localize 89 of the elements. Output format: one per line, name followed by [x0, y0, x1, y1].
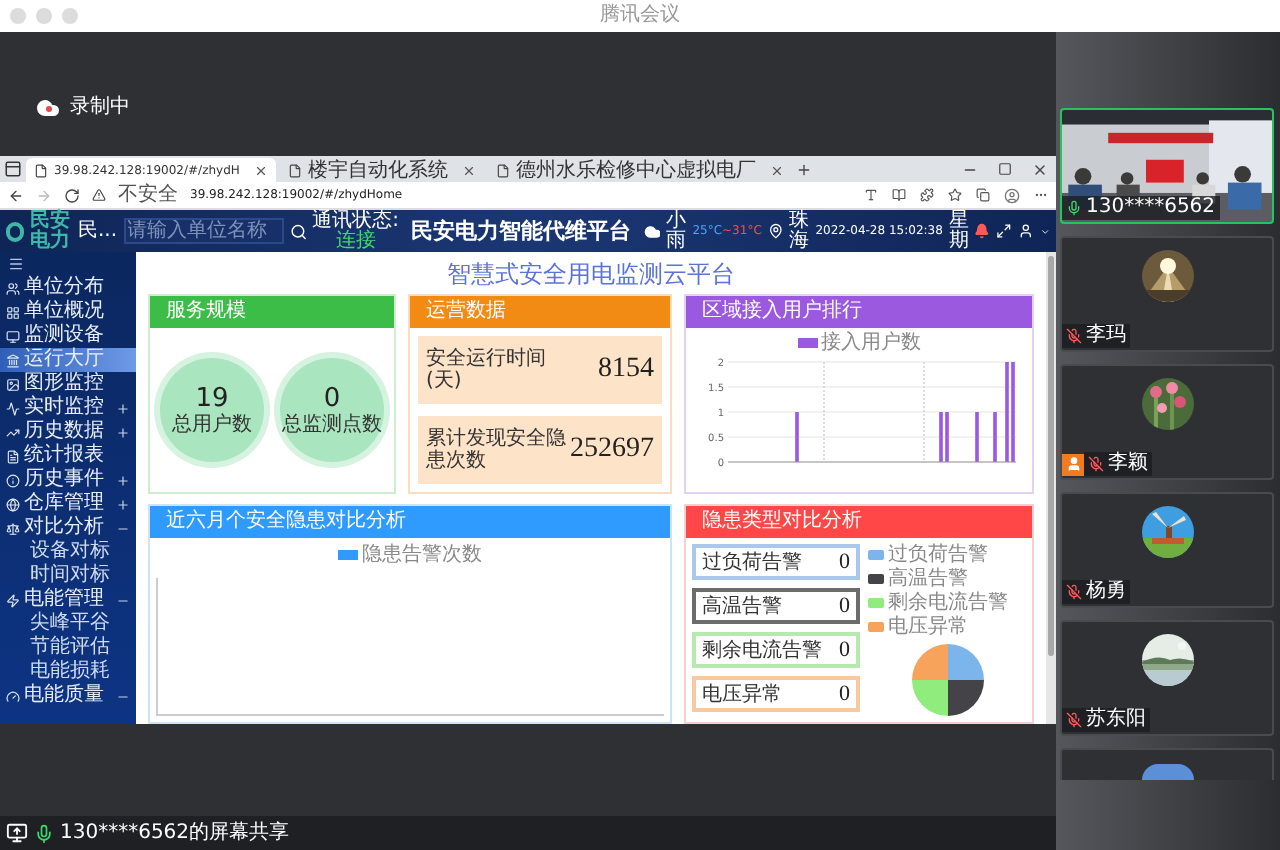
sidebar-label: 历史事件: [24, 468, 104, 491]
alert-value: 0: [839, 682, 850, 706]
security-label[interactable]: 不安全: [118, 183, 178, 207]
legend-label: 高温告警: [888, 568, 968, 590]
sidebar-subitem[interactable]: 尖峰平谷: [0, 612, 136, 636]
weekday: 星期: [948, 211, 969, 251]
sidebar-subitem[interactable]: 设备对标: [0, 540, 136, 564]
sidebar-label: 仓库管理: [24, 492, 104, 515]
sidebar-item[interactable]: 电能质量: [0, 684, 136, 708]
sidebar-subitem[interactable]: 电能损耗: [0, 660, 136, 684]
sidebar-item[interactable]: 对比分析: [0, 516, 136, 540]
sidebar-label: 电能质量: [24, 684, 104, 708]
screen-share-label: 130****6562的屏幕共享: [60, 821, 290, 845]
legend-label: 电压异常: [888, 616, 968, 638]
stat-value: 0: [323, 384, 341, 414]
sidebar-item[interactable]: 监测设备: [0, 324, 136, 348]
sidebar-item[interactable]: 单位概况: [0, 300, 136, 324]
participant-name: 130****6562: [1086, 196, 1216, 220]
sidebar-item[interactable]: 仓库管理: [0, 492, 136, 516]
panel-title: 服务规模: [166, 300, 246, 324]
alert-label: 过负荷告警: [702, 551, 802, 573]
panel-title: 隐患类型对比分析: [702, 510, 862, 534]
sidebar-subitem[interactable]: 时间对标: [0, 564, 136, 588]
alert-value: 0: [839, 550, 850, 574]
tab-title: 德州水乐检修中心虚拟电厂: [515, 159, 756, 181]
sidebar-label: 节能评估: [30, 636, 110, 659]
sidebar-label: 单位分布: [24, 276, 104, 299]
sidebar-item[interactable]: 统计报表: [0, 444, 136, 468]
stat-value: 19: [195, 384, 229, 414]
sidebar-label: 尖峰平谷: [30, 612, 110, 635]
panel-title: 区域接入用户排行: [702, 300, 862, 324]
panel-title: 运营数据: [426, 300, 506, 324]
window-title: 腾讯会议: [600, 4, 680, 28]
logo-text: 民安电力: [30, 211, 72, 251]
participant-name: 杨勇: [1086, 580, 1126, 604]
legend-label: 隐患告警次数: [362, 544, 482, 566]
recording-label: 录制中: [70, 96, 130, 120]
alert-value: 0: [839, 594, 850, 618]
sidebar-label: 电能管理: [24, 588, 104, 611]
sidebar-item[interactable]: 运行大厅: [0, 348, 136, 372]
sidebar-label: 图形监控: [24, 372, 104, 395]
legend-label: 过负荷告警: [888, 544, 988, 566]
participant-name: 李颖: [1108, 452, 1148, 476]
status-label: 通讯状态:: [312, 211, 400, 231]
metric-label: 累计发现安全隐患次数: [426, 428, 566, 472]
panel-title: 近六月个安全隐患对比分析: [166, 510, 406, 534]
sidebar-label: 统计报表: [24, 444, 104, 467]
participant-name: 李玛: [1086, 324, 1126, 348]
participant-tile[interactable]: 杨勇: [1060, 492, 1274, 608]
legend-label: 剩余电流告警: [888, 592, 1008, 614]
sidebar-subitem[interactable]: 节能评估: [0, 636, 136, 660]
unit-selector[interactable]: 民...: [77, 219, 118, 243]
search-field[interactable]: 请输入单位名称: [123, 218, 284, 244]
tab-title: 楼宇自动化系统: [307, 159, 448, 181]
participant-tile[interactable]: 130****6562: [1060, 108, 1274, 224]
sidebar-label: 电能损耗: [30, 660, 110, 683]
weather-label: 小雨: [666, 211, 687, 251]
alert-label: 剩余电流告警: [702, 639, 822, 661]
participant-name: 苏东阳: [1086, 708, 1146, 732]
sidebar-item[interactable]: 历史数据: [0, 420, 136, 444]
sidebar-label: 单位概况: [24, 300, 104, 323]
sidebar-item[interactable]: 电能管理: [0, 588, 136, 612]
sidebar-item[interactable]: 实时监控: [0, 396, 136, 420]
metric-value: 8154: [598, 354, 654, 386]
metric-value: 252697: [570, 434, 654, 466]
location-label: 珠海: [789, 211, 810, 251]
stat-label: 总用户数: [172, 414, 252, 436]
stat-label: 总监测点数: [282, 414, 382, 436]
sidebar-label: 实时监控: [24, 396, 104, 419]
metric-label: 安全运行时间(天): [426, 348, 548, 392]
sidebar-label: 监测设备: [24, 324, 104, 347]
sidebar-label: 运行大厅: [24, 348, 104, 372]
sidebar-label: 历史数据: [24, 420, 104, 443]
sidebar-item[interactable]: 单位分布: [0, 276, 136, 300]
sidebar-item[interactable]: 历史事件: [0, 468, 136, 492]
page-title: 智慧式安全用电监测云平台: [447, 259, 735, 287]
sidebar-label: 时间对标: [30, 564, 110, 587]
status-value: 连接: [335, 231, 376, 251]
participant-tile[interactable]: 李颖: [1060, 364, 1274, 480]
sidebar-label: 设备对标: [30, 540, 110, 563]
participant-tile[interactable]: 苏东阳: [1060, 620, 1274, 736]
sidebar-item[interactable]: 图形监控: [0, 372, 136, 396]
alert-value: 0: [839, 638, 850, 662]
alert-label: 电压异常: [702, 683, 782, 705]
sidebar-label: 对比分析: [24, 516, 104, 539]
participant-tile[interactable]: 李玛: [1060, 236, 1274, 352]
alert-label: 高温告警: [702, 595, 782, 617]
legend-label: 接入用户数: [821, 332, 921, 354]
platform-title: 民安电力智能代维平台: [411, 218, 632, 244]
